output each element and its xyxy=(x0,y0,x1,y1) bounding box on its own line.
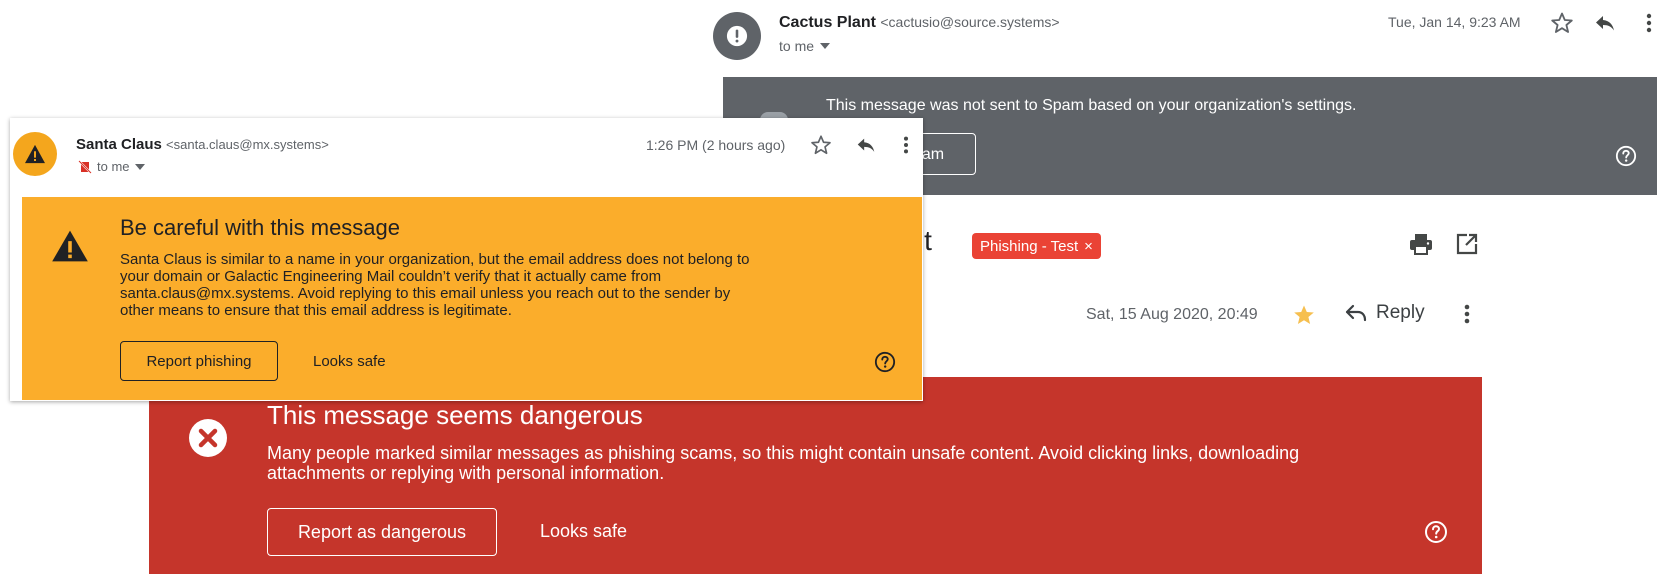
star-button[interactable] xyxy=(810,134,832,156)
email-date-secondary: Sat, 15 Aug 2020, 20:49 xyxy=(1086,306,1258,323)
chevron-down-icon xyxy=(820,43,831,49)
warning-title: Be careful with this message xyxy=(120,215,401,240)
danger-looks-safe-button[interactable]: Looks safe xyxy=(540,521,627,542)
danger-icon xyxy=(188,418,228,458)
close-circle-icon xyxy=(189,419,227,457)
phishing-label-text: Phishing - Test xyxy=(980,237,1079,255)
email-date: 1:26 PM (2 hours ago) xyxy=(646,137,786,153)
sender-line: Cactus Plant <cactusio@source.systems> xyxy=(779,14,1060,32)
sender-avatar-warning xyxy=(13,132,57,176)
spam-help-button[interactable] xyxy=(1615,145,1637,167)
starred-button[interactable] xyxy=(1292,303,1316,327)
alert-circle-icon xyxy=(726,25,748,47)
danger-body-text: Many people marked similar messages as p… xyxy=(267,443,1300,483)
warning-triangle-icon xyxy=(52,230,88,262)
recipient-dropdown[interactable]: to me xyxy=(78,159,145,174)
star-outline-icon xyxy=(1551,12,1573,33)
email-date: Tue, Jan 14, 9:23 AM xyxy=(1388,14,1521,30)
open-in-new-icon xyxy=(1456,233,1478,255)
print-button[interactable] xyxy=(1408,232,1434,256)
reply-icon xyxy=(1345,304,1367,322)
spam-notice-text: This message was not sent to Spam based … xyxy=(826,97,1357,114)
star-button[interactable] xyxy=(1550,11,1574,35)
reply-icon xyxy=(1596,16,1614,31)
recipient-dropdown[interactable]: to me xyxy=(779,38,831,54)
reply-button[interactable] xyxy=(855,134,877,156)
help-icon xyxy=(874,351,896,373)
report-phishing-button[interactable]: Report phishing xyxy=(120,341,278,381)
print-icon xyxy=(1410,234,1432,255)
warning-looks-safe-button[interactable]: Looks safe xyxy=(313,353,386,370)
star-outline-icon xyxy=(811,135,831,155)
sender-name: Santa Claus xyxy=(76,136,162,153)
help-icon xyxy=(1425,521,1447,543)
more-vert-icon xyxy=(903,136,909,154)
sender-avatar-alert xyxy=(713,12,761,60)
warning-body-text: Santa Claus is similar to a name in your… xyxy=(120,251,750,319)
warning-help-button[interactable] xyxy=(874,351,896,373)
recipient-label: to me xyxy=(97,159,130,174)
reply-text-button[interactable]: Reply xyxy=(1344,302,1425,324)
danger-help-button[interactable] xyxy=(1424,520,1448,544)
phishing-label-chip[interactable]: Phishing - Test × xyxy=(972,233,1101,259)
warning-banner-icon xyxy=(50,229,90,263)
open-new-window-button[interactable] xyxy=(1455,232,1479,256)
chevron-down-icon xyxy=(134,163,145,170)
more-options-button[interactable] xyxy=(1644,11,1654,35)
sender-address: <cactusio@source.systems> xyxy=(880,14,1060,30)
sender-line: Santa Claus <santa.claus@mx.systems> xyxy=(76,136,329,153)
sender-name: Cactus Plant xyxy=(779,14,876,31)
unverified-icon xyxy=(78,159,92,174)
reply-button[interactable] xyxy=(1593,11,1617,35)
more-vert-icon xyxy=(1646,13,1652,33)
report-dangerous-button[interactable]: Report as dangerous xyxy=(267,508,497,556)
sender-address: <santa.claus@mx.systems> xyxy=(166,137,329,152)
warning-triangle-icon xyxy=(25,144,45,164)
more-options-button-secondary[interactable] xyxy=(1462,302,1472,326)
recipient-label: to me xyxy=(779,38,815,54)
more-vert-icon xyxy=(1464,304,1470,324)
star-filled-icon xyxy=(1294,305,1314,324)
remove-label-icon[interactable]: × xyxy=(1084,238,1093,255)
danger-title: This message seems dangerous xyxy=(267,400,643,430)
reply-icon xyxy=(857,138,875,152)
reply-label: Reply xyxy=(1376,302,1425,323)
help-icon xyxy=(1615,145,1637,167)
more-options-button[interactable] xyxy=(901,134,911,156)
